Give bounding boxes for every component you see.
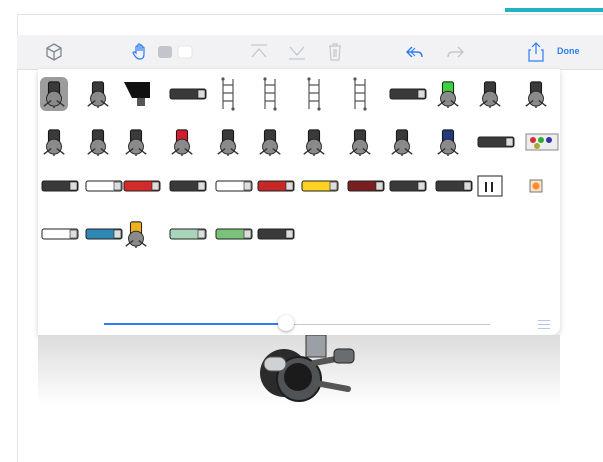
- library-item-red-truck[interactable]: [122, 169, 162, 203]
- hand-icon[interactable]: [130, 40, 150, 64]
- library-item-trailer[interactable]: [214, 169, 254, 203]
- move-bottom-icon[interactable]: [287, 40, 307, 64]
- move-top-icon[interactable]: [249, 40, 269, 64]
- library-item-steadicam[interactable]: [122, 125, 150, 159]
- library-item-softbox[interactable]: [122, 77, 150, 111]
- library-item-semi-truck[interactable]: [346, 169, 386, 203]
- library-item-slim-rig[interactable]: [476, 125, 516, 159]
- rect-icon[interactable]: [177, 40, 193, 64]
- library-item-tripod-stand[interactable]: [522, 77, 550, 111]
- library-item-tanker[interactable]: [388, 169, 428, 203]
- library-item-long-truck[interactable]: [168, 169, 208, 203]
- list-icon[interactable]: [538, 317, 550, 331]
- library-item-trailer-2[interactable]: [40, 217, 80, 251]
- library-item-camera-stabilizer[interactable]: [300, 125, 328, 159]
- library-item-curved-track-2[interactable]: [346, 77, 374, 111]
- share-icon[interactable]: [527, 40, 545, 64]
- trash-icon[interactable]: [327, 40, 343, 64]
- library-item-camera-cart[interactable]: [168, 77, 208, 111]
- library-item-cable[interactable]: [40, 169, 80, 203]
- library-item-straight-track[interactable]: [214, 77, 242, 111]
- library-item-fire-truck[interactable]: [256, 169, 296, 203]
- cube-icon[interactable]: [44, 40, 64, 64]
- library-item-light-stand[interactable]: [84, 77, 112, 111]
- library-item-operator-top[interactable]: [122, 217, 150, 251]
- library-item-camera-head[interactable]: [346, 125, 374, 159]
- library-item-spot-light[interactable]: [522, 169, 550, 203]
- library-item-green-rail[interactable]: [434, 77, 462, 111]
- library-item-green-car[interactable]: [214, 217, 254, 251]
- library-item-curved-track[interactable]: [300, 77, 328, 111]
- zoom-slider-fill: [104, 323, 286, 325]
- element-library-panel: [38, 69, 560, 335]
- library-item-camera-pedestal[interactable]: [40, 125, 68, 159]
- toolbar: Done: [17, 35, 603, 70]
- library-item-jib-arm[interactable]: [476, 77, 504, 111]
- library-item-camera-red[interactable]: [168, 125, 196, 159]
- library-item-camera-crane[interactable]: [40, 77, 68, 111]
- done-button[interactable]: Done: [557, 46, 580, 56]
- library-item-ladder-track[interactable]: [256, 77, 284, 111]
- library-item-dolly-camera[interactable]: [84, 125, 112, 159]
- library-item-limo[interactable]: [84, 217, 124, 251]
- zoom-slider-thumb[interactable]: [278, 315, 294, 331]
- library-item-grey-van[interactable]: [434, 169, 474, 203]
- selected-dolly-preview[interactable]: [244, 335, 366, 409]
- rect-icon[interactable]: [157, 40, 173, 64]
- redo-icon[interactable]: [445, 40, 465, 64]
- library-item-handheld-camera[interactable]: [256, 125, 284, 159]
- library-item-wheel-track[interactable]: [256, 217, 296, 251]
- library-item-camera-tripod[interactable]: [214, 125, 242, 159]
- library-item-camera-cart-2[interactable]: [388, 77, 428, 111]
- library-item-camera-gimbal[interactable]: [388, 125, 416, 159]
- library-item-camera-blue[interactable]: [434, 125, 462, 159]
- undo-icon[interactable]: [405, 40, 425, 64]
- library-item-restroom[interactable]: [476, 169, 504, 203]
- library-item-prop-pack[interactable]: [522, 125, 560, 159]
- library-item-small-van[interactable]: [168, 217, 208, 251]
- library-item-yellow-bus[interactable]: [300, 169, 340, 203]
- library-item-box-truck[interactable]: [84, 169, 124, 203]
- accent-bar: [505, 8, 603, 12]
